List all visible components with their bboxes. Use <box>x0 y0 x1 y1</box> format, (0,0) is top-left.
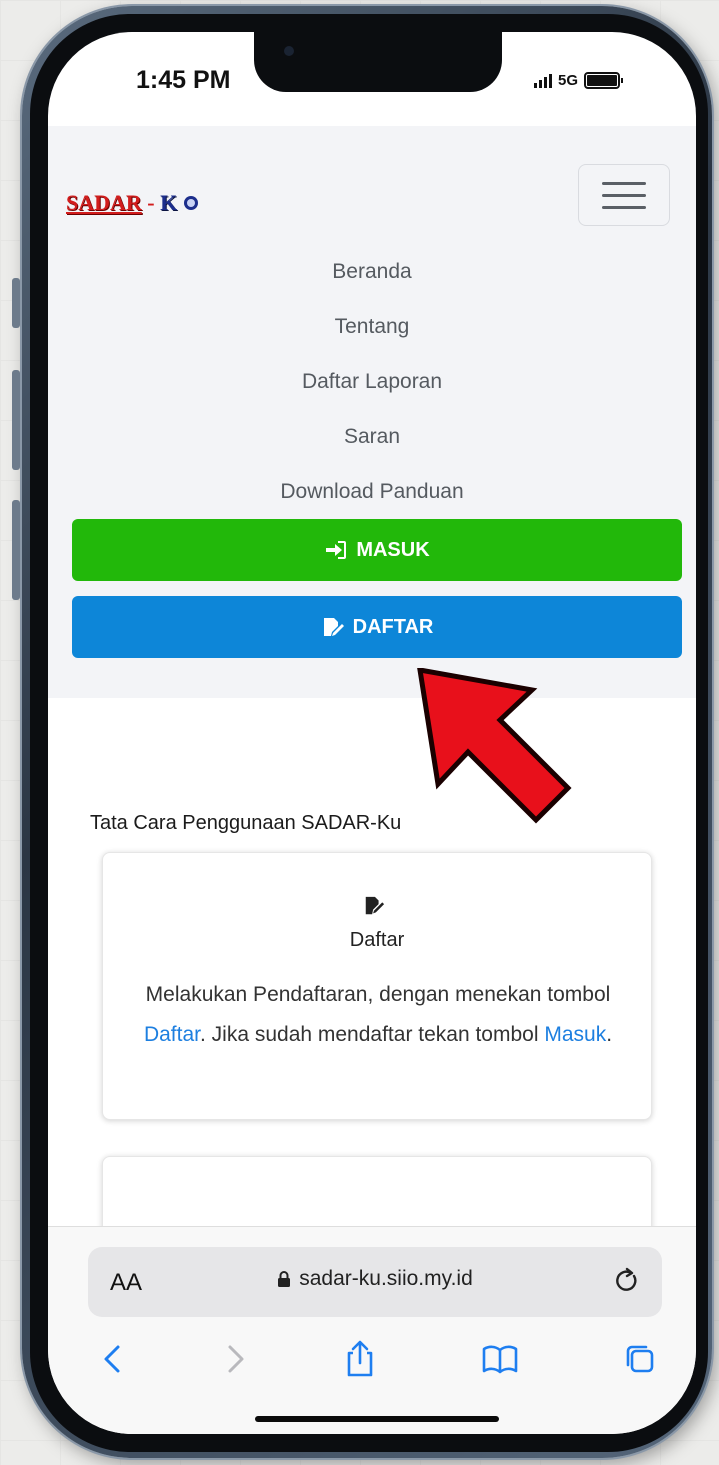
share-icon[interactable] <box>340 1339 380 1379</box>
url-display[interactable]: sadar-ku.siio.my.id <box>88 1267 662 1291</box>
url-text: sadar-ku.siio.my.id <box>299 1267 473 1290</box>
logo-text-sadar: SADAR <box>66 190 142 215</box>
camera-icon <box>284 46 294 56</box>
login-button[interactable]: MASUK <box>72 519 682 581</box>
navbar-panel: SADAR - K Beranda Tentang Daftar Laporan… <box>48 126 696 698</box>
battery-icon <box>584 72 624 89</box>
phone-screen: SADAR - K Beranda Tentang Daftar Laporan… <box>48 32 696 1434</box>
edit-document-icon <box>323 618 344 636</box>
login-button-label: MASUK <box>356 538 430 561</box>
nav-menu: Beranda Tentang Daftar Laporan Saran Dow… <box>48 244 696 519</box>
back-icon[interactable] <box>92 1339 132 1379</box>
forward-icon[interactable] <box>216 1339 256 1379</box>
step-card: Daftar Melakukan Pendaftaran, dengan men… <box>102 852 652 1120</box>
logo-text-k: K <box>160 190 178 215</box>
register-button-label: DAFTAR <box>352 615 434 638</box>
browser-bottom-bar: AA sadar-ku.siio.my.id <box>48 1226 696 1434</box>
nav-item-saran[interactable]: Saran <box>48 409 696 464</box>
status-indicators: 5G <box>534 72 624 89</box>
card-description: Melakukan Pendaftaran, dengan menekan to… <box>143 983 613 1046</box>
volume-up-button <box>12 370 20 470</box>
home-indicator <box>255 1416 499 1422</box>
navbar-toggle-button[interactable] <box>578 164 670 226</box>
masuk-link[interactable]: Masuk <box>544 1023 606 1046</box>
section-title: Tata Cara Penggunaan SADAR-Ku <box>90 812 402 834</box>
nav-item-beranda[interactable]: Beranda <box>48 244 696 299</box>
volume-down-button <box>12 500 20 600</box>
site-logo[interactable]: SADAR - K <box>66 190 199 216</box>
reload-icon[interactable] <box>614 1267 640 1295</box>
lock-icon <box>278 1271 291 1287</box>
browser-toolbar <box>48 1339 696 1389</box>
address-bar[interactable]: AA sadar-ku.siio.my.id <box>88 1247 662 1317</box>
register-button[interactable]: DAFTAR <box>72 596 682 658</box>
red-arrow-icon <box>417 668 572 824</box>
nav-item-daftar-laporan[interactable]: Daftar Laporan <box>48 354 696 409</box>
logo-dash: - <box>147 190 155 215</box>
hamburger-icon <box>602 181 646 185</box>
daftar-link[interactable]: Daftar <box>144 1023 200 1046</box>
edit-document-icon <box>365 896 385 915</box>
nav-item-download-panduan[interactable]: Download Panduan <box>48 464 696 519</box>
logo-emblem-icon <box>183 196 198 210</box>
phone-notch <box>254 32 502 92</box>
bookmarks-icon[interactable] <box>480 1339 520 1379</box>
network-type: 5G <box>558 72 579 89</box>
mute-switch <box>12 278 20 328</box>
signal-icon <box>534 73 552 88</box>
status-time: 1:45 PM <box>136 66 231 94</box>
sign-in-icon <box>326 541 347 559</box>
card-title: Daftar <box>349 929 405 951</box>
tabs-icon[interactable] <box>620 1339 660 1379</box>
nav-item-tentang[interactable]: Tentang <box>48 299 696 354</box>
